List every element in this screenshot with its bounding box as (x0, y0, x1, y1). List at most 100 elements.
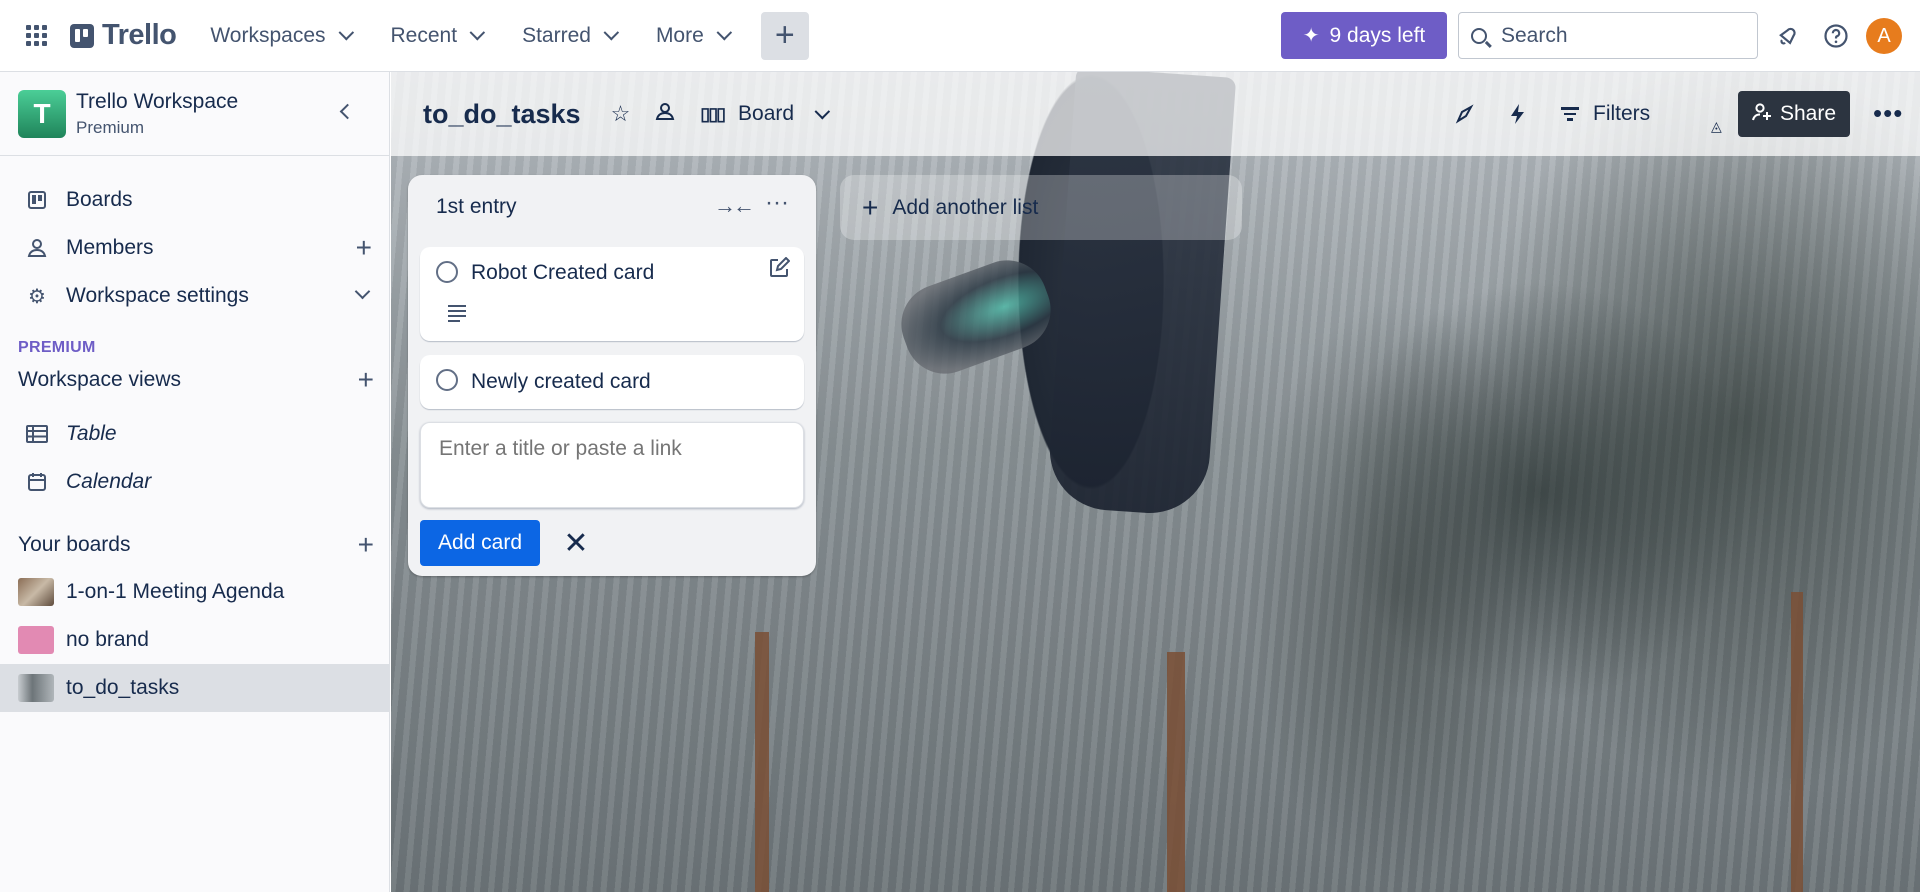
starred-menu-button[interactable]: Starred (510, 12, 626, 60)
workspaces-menu-label: Workspaces (210, 23, 326, 47)
automation-icon[interactable] (1509, 72, 1527, 156)
add-card-button[interactable]: Add card (420, 520, 540, 566)
star-icon[interactable]: ☆ (611, 101, 631, 127)
recent-menu-label: Recent (390, 23, 458, 47)
your-boards-heading: Your boards + (18, 529, 378, 561)
premium-tag: PREMIUM (18, 339, 96, 356)
member-avatar-icon[interactable]: ◬ (1711, 84, 1722, 168)
share-button[interactable]: Share (1738, 91, 1850, 137)
starred-menu-label: Starred (522, 23, 591, 47)
plus-icon: + (862, 191, 879, 223)
sidebar-item-label: Calendar (66, 470, 152, 493)
table-icon (26, 423, 48, 445)
filters-label: Filters (1593, 102, 1651, 125)
share-label: Share (1779, 102, 1837, 125)
more-menu-button[interactable]: More (644, 12, 739, 60)
board-thumbnail (18, 626, 54, 654)
sparkle-icon: ✦ (1302, 25, 1320, 47)
collapse-list-icon[interactable]: →← (714, 193, 755, 219)
trello-logo[interactable]: Trello (70, 19, 177, 52)
workspace-views-label: Workspace views (18, 368, 181, 391)
sidebar-board-1on1-meeting-agenda[interactable]: 1-on-1 Meeting Agenda (0, 568, 390, 616)
more-menu-label: More (655, 23, 704, 47)
chevron-down-icon (469, 24, 486, 41)
chevron-down-icon (814, 103, 831, 119)
description-icon (448, 305, 466, 325)
sidebar-item-label: Boards (66, 188, 133, 211)
board-label: no brand (66, 628, 149, 651)
member-icon (26, 237, 48, 259)
logo-text: Trello (102, 19, 177, 51)
sidebar-item-label: Members (66, 236, 154, 259)
recent-menu-button[interactable]: Recent (379, 12, 493, 60)
trial-label: 9 days left (1329, 23, 1426, 47)
background-tree-trunk (755, 632, 769, 892)
list-title[interactable]: 1st entry (436, 195, 517, 219)
workspaces-menu-button[interactable]: Workspaces (198, 12, 360, 60)
filter-icon (1561, 104, 1579, 124)
board-label: to_do_tasks (66, 676, 180, 699)
filters-button[interactable]: Filters (1561, 72, 1650, 156)
board-view-switcher[interactable]: ▯▯▯ Board (700, 102, 831, 126)
edit-card-icon[interactable] (768, 256, 791, 285)
sidebar-item-label: Workspace settings (66, 284, 249, 307)
avatar[interactable]: A (1866, 18, 1902, 54)
board-view-label: Board (738, 102, 795, 125)
add-list-label: Add another list (892, 195, 1039, 219)
sidebar-board-no-brand[interactable]: no brand (0, 616, 390, 664)
chevron-down-icon (338, 24, 354, 41)
add-person-icon (1751, 102, 1772, 127)
workspace-badge: T (18, 89, 66, 138)
card-complete-checkbox[interactable] (436, 261, 458, 283)
board-header: to_do_tasks ☆ ▯▯▯ Board Filters ◬ (391, 72, 1920, 156)
chevron-down-icon (716, 24, 732, 41)
new-card-title-input[interactable] (420, 422, 804, 508)
sidebar-board-to-do-tasks[interactable]: to_do_tasks (0, 664, 390, 712)
board-thumbnail (18, 674, 54, 702)
workspace-views-heading: Workspace views + (18, 364, 378, 396)
card-robot-created-card[interactable]: Robot Created card (420, 247, 804, 341)
calendar-icon (26, 471, 48, 493)
trello-logo-icon (70, 23, 94, 48)
gear-icon: ⚙ (28, 285, 46, 308)
sidebar-item-table[interactable]: Table (0, 410, 390, 458)
workspace-header: T Trello Workspace Premium (0, 72, 389, 156)
card-title: Newly created card (471, 370, 651, 393)
workspace-name[interactable]: Trello Workspace (76, 90, 238, 114)
add-view-icon[interactable]: + (358, 364, 374, 396)
apps-grid-icon[interactable] (18, 18, 54, 54)
board-title[interactable]: to_do_tasks (423, 99, 581, 130)
card-complete-checkbox[interactable] (436, 369, 458, 391)
sidebar-item-workspace-settings[interactable]: ⚙ Workspace settings (0, 272, 390, 320)
board-canvas: to_do_tasks ☆ ▯▯▯ Board Filters ◬ Share … (391, 72, 1920, 892)
sidebar-item-calendar[interactable]: Calendar (0, 458, 390, 506)
add-board-icon[interactable]: + (358, 529, 374, 561)
list-menu-icon[interactable]: ··· (765, 189, 789, 217)
notifications-icon[interactable] (1772, 20, 1804, 52)
sidebar-item-boards[interactable]: Boards (0, 176, 390, 224)
list-1st-entry: 1st entry →← ··· Robot Created card Newl… (408, 175, 816, 576)
background-tree-trunk (1791, 592, 1803, 892)
board-menu-icon[interactable]: ••• (1873, 98, 1903, 129)
close-icon[interactable]: ✕ (556, 520, 596, 566)
sidebar: T Trello Workspace Premium Boards Member… (0, 72, 390, 892)
trial-days-button[interactable]: ✦ 9 days left (1281, 12, 1447, 59)
card-newly-created-card[interactable]: Newly created card (420, 355, 804, 409)
background-tree-trunk (1167, 652, 1185, 892)
help-icon[interactable] (1820, 20, 1852, 52)
add-member-icon[interactable]: + (356, 232, 372, 264)
collapse-sidebar-icon[interactable] (339, 103, 356, 120)
add-another-list-button[interactable]: + Add another list (840, 175, 1242, 240)
power-ups-icon[interactable] (1454, 72, 1476, 156)
create-button[interactable]: + (760, 11, 809, 60)
top-navigation-bar: Trello Workspaces Recent Starred More + … (0, 0, 1920, 72)
chevron-down-icon[interactable] (354, 283, 371, 300)
visibility-icon[interactable] (654, 100, 676, 128)
sidebar-item-members[interactable]: Members + (0, 224, 390, 272)
search-input[interactable]: Search (1458, 12, 1758, 59)
search-icon (1471, 27, 1487, 44)
background-goggles (890, 249, 1062, 385)
board-thumbnail (18, 578, 54, 606)
boards-icon (26, 189, 48, 211)
search-placeholder: Search (1501, 23, 1568, 47)
